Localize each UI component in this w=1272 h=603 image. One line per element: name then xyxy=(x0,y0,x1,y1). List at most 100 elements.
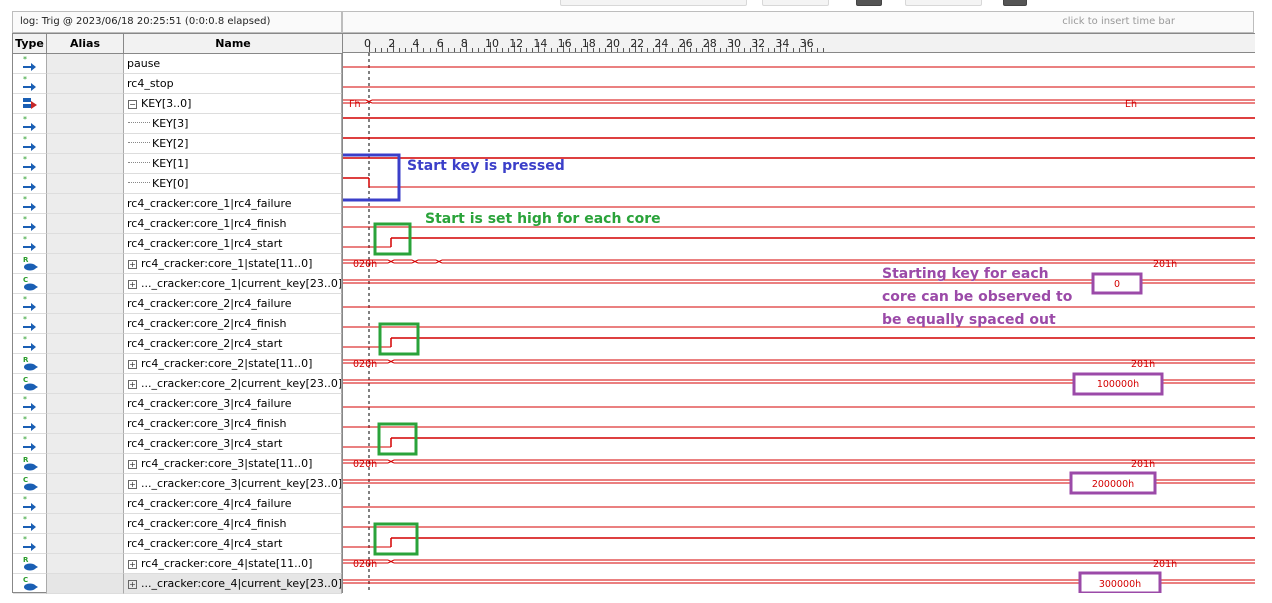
signal-name-cell[interactable]: + ..._cracker:core_1|current_key[23..0] xyxy=(124,274,342,294)
signal-alias[interactable] xyxy=(47,334,124,354)
expand-icon[interactable]: + xyxy=(128,359,137,369)
signal-row[interactable]: * KEY[2] xyxy=(13,134,342,154)
expand-icon[interactable]: + xyxy=(128,459,137,469)
signal-row[interactable]: * rc4_cracker:core_2|rc4_finish xyxy=(13,314,342,334)
signal-row[interactable]: R + rc4_cracker:core_4|state[11..0] xyxy=(13,554,342,574)
signal-alias[interactable] xyxy=(47,474,124,494)
signal-name-cell[interactable]: rc4_cracker:core_2|rc4_finish xyxy=(124,314,342,334)
signal-row[interactable]: * pause xyxy=(13,54,342,74)
expand-icon[interactable]: + xyxy=(128,259,137,269)
signal-alias[interactable] xyxy=(47,314,124,334)
signal-name-cell[interactable]: rc4_stop xyxy=(124,74,342,94)
signal-alias[interactable] xyxy=(47,54,124,74)
signal-name-cell[interactable]: pause xyxy=(124,54,342,74)
column-header-type[interactable]: Type xyxy=(13,34,47,54)
signal-name-cell[interactable]: rc4_cracker:core_2|rc4_failure xyxy=(124,294,342,314)
signal-row[interactable]: * KEY[0] xyxy=(13,174,342,194)
signal-row[interactable]: * rc4_cracker:core_2|rc4_failure xyxy=(13,294,342,314)
signal-row[interactable]: * rc4_cracker:core_3|rc4_finish xyxy=(13,414,342,434)
signal-row[interactable]: * rc4_cracker:core_1|rc4_failure xyxy=(13,194,342,214)
signal-alias[interactable] xyxy=(47,434,124,454)
signal-alias[interactable] xyxy=(47,454,124,474)
waveform-area[interactable]: Fh Eh 020h 201h 020h 201h 020h 201h 020h 201h 0 100… xyxy=(343,53,1255,593)
signal-row[interactable]: * rc4_cracker:core_2|rc4_start xyxy=(13,334,342,354)
signal-row[interactable]: C + ..._cracker:core_1|current_key[23..0] xyxy=(13,274,342,294)
signal-row[interactable]: R + rc4_cracker:core_1|state[11..0] xyxy=(13,254,342,274)
signal-alias[interactable] xyxy=(47,154,124,174)
expand-icon[interactable]: + xyxy=(128,559,137,569)
signal-name-cell[interactable]: rc4_cracker:core_3|rc4_finish xyxy=(124,414,342,434)
signal-alias[interactable] xyxy=(47,94,124,114)
signal-row[interactable]: C + ..._cracker:core_2|current_key[23..0] xyxy=(13,374,342,394)
signal-alias[interactable] xyxy=(47,394,124,414)
expand-icon[interactable]: + xyxy=(128,579,137,589)
column-header-name[interactable]: Name xyxy=(124,34,342,54)
toolbar-field[interactable] xyxy=(762,0,829,6)
signal-row[interactable]: * rc4_cracker:core_4|rc4_finish xyxy=(13,514,342,534)
signal-alias[interactable] xyxy=(47,574,124,594)
collapse-icon[interactable]: − xyxy=(128,99,137,109)
signal-name-cell[interactable]: rc4_cracker:core_2|rc4_start xyxy=(124,334,342,354)
signal-alias[interactable] xyxy=(47,354,124,374)
signal-alias[interactable] xyxy=(47,374,124,394)
signal-row[interactable]: * KEY[1] xyxy=(13,154,342,174)
signal-row[interactable]: − KEY[3..0] xyxy=(13,94,342,114)
expand-icon[interactable]: + xyxy=(128,479,137,489)
signal-name-cell[interactable]: rc4_cracker:core_4|rc4_start xyxy=(124,534,342,554)
signal-row[interactable]: * rc4_stop xyxy=(13,74,342,94)
signal-row[interactable]: * KEY[3] xyxy=(13,114,342,134)
signal-alias[interactable] xyxy=(47,534,124,554)
signal-alias[interactable] xyxy=(47,134,124,154)
signal-name-cell[interactable]: + rc4_cracker:core_4|state[11..0] xyxy=(124,554,342,574)
signal-alias[interactable] xyxy=(47,294,124,314)
signal-name-cell[interactable]: rc4_cracker:core_3|rc4_failure xyxy=(124,394,342,414)
signal-name-cell[interactable]: KEY[1] xyxy=(124,154,342,174)
signal-name-cell[interactable]: + rc4_cracker:core_3|state[11..0] xyxy=(124,454,342,474)
signal-alias[interactable] xyxy=(47,174,124,194)
signal-alias[interactable] xyxy=(47,554,124,574)
time-bar-area[interactable]: click to insert time bar xyxy=(342,11,1254,33)
signal-row[interactable]: * rc4_cracker:core_4|rc4_start xyxy=(13,534,342,554)
signal-name-cell[interactable]: KEY[0] xyxy=(124,174,342,194)
signal-name-cell[interactable]: + rc4_cracker:core_2|state[11..0] xyxy=(124,354,342,374)
signal-alias[interactable] xyxy=(47,74,124,94)
signal-row[interactable]: R + rc4_cracker:core_3|state[11..0] xyxy=(13,454,342,474)
expand-icon[interactable]: + xyxy=(128,279,137,289)
signal-row[interactable]: * rc4_cracker:core_3|rc4_start xyxy=(13,434,342,454)
expand-icon[interactable]: + xyxy=(128,379,137,389)
signal-name-cell[interactable]: rc4_cracker:core_3|rc4_start xyxy=(124,434,342,454)
signal-name-cell[interactable]: + ..._cracker:core_4|current_key[23..0] xyxy=(124,574,342,594)
signal-alias[interactable] xyxy=(47,234,124,254)
signal-row[interactable]: C + ..._cracker:core_3|current_key[23..0] xyxy=(13,474,342,494)
signal-alias[interactable] xyxy=(47,514,124,534)
time-ruler[interactable]: 0 2 4 6 8 10 12 14 16 18 20 22 24 26 28 30 32 34 36 xyxy=(343,33,1255,53)
toolbar-button[interactable] xyxy=(1003,0,1027,6)
toolbar-button[interactable] xyxy=(856,0,882,6)
signal-name-cell[interactable]: rc4_cracker:core_4|rc4_finish xyxy=(124,514,342,534)
signal-row[interactable]: * rc4_cracker:core_1|rc4_start xyxy=(13,234,342,254)
toolbar-field[interactable] xyxy=(560,0,747,6)
signal-alias[interactable] xyxy=(47,494,124,514)
signal-name-cell[interactable]: rc4_cracker:core_1|rc4_start xyxy=(124,234,342,254)
signal-name-cell[interactable]: + ..._cracker:core_3|current_key[23..0] xyxy=(124,474,342,494)
signal-name-cell[interactable]: − KEY[3..0] xyxy=(124,94,342,114)
signal-alias[interactable] xyxy=(47,214,124,234)
column-header-alias[interactable]: Alias xyxy=(47,34,124,54)
signal-row[interactable]: * rc4_cracker:core_3|rc4_failure xyxy=(13,394,342,414)
signal-name-cell[interactable]: + ..._cracker:core_2|current_key[23..0] xyxy=(124,374,342,394)
signal-name-cell[interactable]: rc4_cracker:core_1|rc4_failure xyxy=(124,194,342,214)
signal-name-cell[interactable]: rc4_cracker:core_1|rc4_finish xyxy=(124,214,342,234)
signal-alias[interactable] xyxy=(47,414,124,434)
signal-name-cell[interactable]: rc4_cracker:core_4|rc4_failure xyxy=(124,494,342,514)
signal-alias[interactable] xyxy=(47,254,124,274)
signal-name-cell[interactable]: + rc4_cracker:core_1|state[11..0] xyxy=(124,254,342,274)
signal-row[interactable]: C + ..._cracker:core_4|current_key[23..0] xyxy=(13,574,342,594)
signal-row[interactable]: R + rc4_cracker:core_2|state[11..0] xyxy=(13,354,342,374)
toolbar-field[interactable] xyxy=(905,0,982,6)
signal-name-cell[interactable]: KEY[3] xyxy=(124,114,342,134)
signal-alias[interactable] xyxy=(47,194,124,214)
signal-alias[interactable] xyxy=(47,114,124,134)
signal-row[interactable]: * rc4_cracker:core_4|rc4_failure xyxy=(13,494,342,514)
signal-name-cell[interactable]: KEY[2] xyxy=(124,134,342,154)
signal-row[interactable]: * rc4_cracker:core_1|rc4_finish xyxy=(13,214,342,234)
